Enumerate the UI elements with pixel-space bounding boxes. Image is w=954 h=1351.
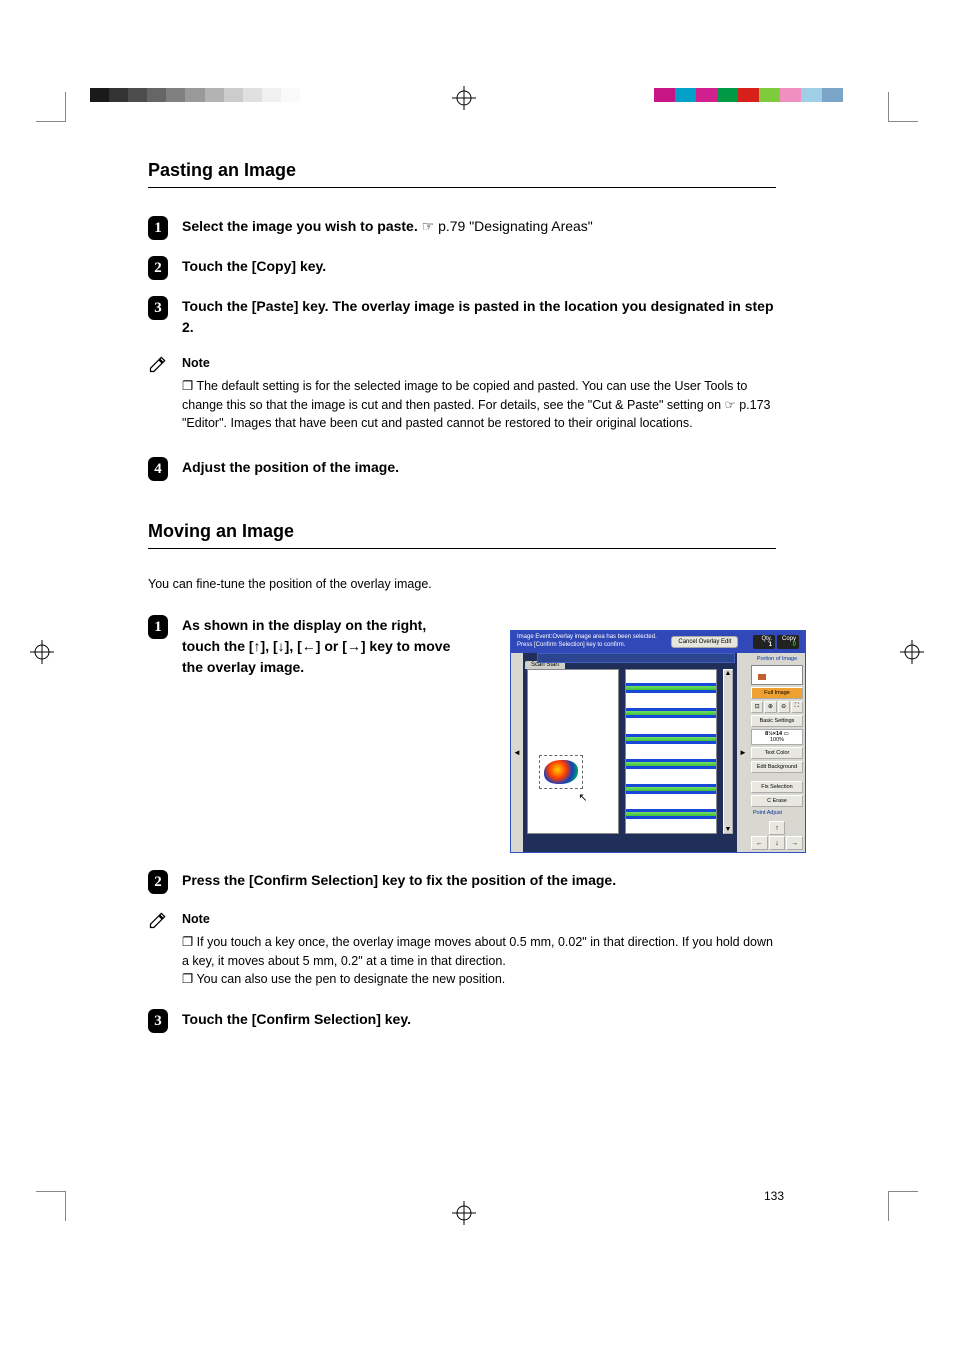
registration-mark [452, 1201, 476, 1225]
key-label: [Confirm Selection] [252, 1011, 381, 1027]
page-number: 133 [764, 1189, 784, 1203]
erase-button[interactable]: C Erase [751, 795, 803, 807]
registration-mark [452, 86, 476, 110]
point-adjust-label: Point Adjust [751, 809, 803, 817]
touchscreen-illustration: Image Event:Overlay image area has been … [510, 630, 806, 853]
fish-image [544, 760, 578, 784]
tab-scroll-right-button[interactable]: ► [737, 653, 749, 852]
crop-mark [26, 1191, 66, 1231]
key-label: [Copy] [252, 258, 296, 274]
step-number-icon: 4 [148, 457, 168, 481]
step-number-icon: 1 [148, 615, 168, 639]
note-block: Note ❐ The default setting is for the se… [148, 354, 776, 433]
step-4: 4 Adjust the position of the image. [148, 457, 776, 481]
ss-status-line1: Image Event:Overlay image area has been … [517, 634, 657, 642]
step-text: Touch the [182, 258, 252, 274]
step-number-icon: 2 [148, 870, 168, 894]
basic-settings-button[interactable]: Basic Settings [751, 715, 803, 727]
portion-of-image-label: Portion of Image [751, 655, 803, 663]
step-3: 3 Touch the [Paste] key. The overlay ima… [148, 296, 776, 338]
zoom-in-button[interactable]: ⊕ [764, 701, 776, 713]
color-strip [654, 88, 864, 102]
zoom-fit-button[interactable]: ⛶ [791, 701, 803, 713]
arrow-key-label: [↓] [273, 638, 289, 654]
step-number-icon: 3 [148, 1009, 168, 1033]
key-label: [Confirm Selection] [249, 872, 378, 888]
note-label: Note [182, 910, 776, 929]
note-text: ❐ If you touch a key once, the overlay i… [182, 933, 776, 971]
step-text: Touch the [182, 298, 252, 314]
key-label: [Paste] [252, 298, 299, 314]
move-up-button[interactable]: ↑ [769, 821, 786, 835]
step-text: Touch the [182, 1011, 252, 1027]
arrow-key-label: [↑] [249, 638, 265, 654]
preview-page-right[interactable] [625, 669, 717, 834]
pencil-note-icon [148, 910, 168, 930]
section-heading-moving: Moving an Image [148, 521, 776, 549]
step-text: Adjust the position of the image. [182, 457, 399, 478]
note-label: Note [182, 354, 776, 373]
ss-status-line2: Press [Confirm Selection] key to confirm… [517, 642, 657, 650]
registration-mark [900, 640, 924, 664]
zoom-out-button[interactable]: ⊖ [778, 701, 790, 713]
crop-mark [888, 82, 928, 122]
step-number-icon: 3 [148, 296, 168, 320]
scroll-up-icon[interactable]: ▲ [725, 670, 732, 677]
step-text: key to fix the position of the image. [378, 872, 616, 888]
arrow-key-label: [→] [342, 638, 365, 654]
step-3: 3 Touch the [Confirm Selection] key. [148, 1009, 776, 1033]
crop-mark [26, 82, 66, 122]
note-text: ❐ You can also use the pen to designate … [182, 970, 776, 989]
move-left-button[interactable]: ← [751, 836, 768, 850]
cursor-icon: ↖ [578, 791, 587, 804]
image-portion-thumbnail[interactable] [751, 665, 803, 685]
step-number-icon: 1 [148, 216, 168, 240]
step-text: Select the image you wish to paste. [182, 218, 422, 234]
step-number-icon: 2 [148, 256, 168, 280]
crop-mark [888, 1191, 928, 1231]
registration-mark [30, 640, 54, 664]
step-1: 1 Select the image you wish to paste. ☞ … [148, 216, 776, 240]
note-block: Note ❐ If you touch a key once, the over… [148, 910, 776, 989]
section-heading-pasting: Pasting an Image [148, 160, 776, 188]
step-2: 2 Press the [Confirm Selection] key to f… [148, 870, 776, 894]
edit-background-button[interactable]: Edit Background [751, 761, 803, 773]
paper-size-indicator: 8½×14 ▭100% [751, 729, 803, 745]
section-intro: You can fine-tune the position of the ov… [148, 577, 776, 591]
full-image-button[interactable]: Full Image [751, 687, 803, 699]
move-right-button[interactable]: → [786, 836, 803, 850]
step-text: Press the [182, 872, 249, 888]
cancel-overlay-edit-button[interactable]: Cancel Overlay Edit [671, 636, 738, 648]
overlay-image-selection[interactable] [539, 755, 583, 789]
move-down-button[interactable]: ↓ [769, 836, 786, 850]
tab-scroll-left-button[interactable]: ◄ [511, 653, 523, 852]
vertical-scrollbar[interactable]: ▲ ▼ [723, 669, 733, 834]
step-2: 2 Touch the [Copy] key. [148, 256, 776, 280]
step-ref: ☞ p.79 "Designating Areas" [422, 218, 593, 234]
text-color-button[interactable]: Text Color [751, 747, 803, 759]
note-text: ❐ The default setting is for the selecte… [182, 379, 771, 431]
step-text: key. [381, 1011, 411, 1027]
qty-value: 1 [769, 642, 772, 648]
step-1: 1 As shown in the display on the right, … [148, 615, 460, 678]
scroll-down-icon[interactable]: ▼ [725, 826, 732, 833]
pencil-note-icon [148, 354, 168, 374]
horizontal-scrollbar[interactable] [537, 653, 735, 663]
step-text: key. [296, 258, 326, 274]
fix-selection-button[interactable]: Fix Selection [751, 781, 803, 793]
grayscale-strip [90, 88, 300, 102]
copy-value: 0 [793, 642, 796, 648]
zoom-mode-button[interactable]: ⊡ [751, 701, 763, 713]
arrow-key-label: [←] [297, 638, 320, 654]
preview-page-left[interactable]: ↖ [527, 669, 619, 834]
